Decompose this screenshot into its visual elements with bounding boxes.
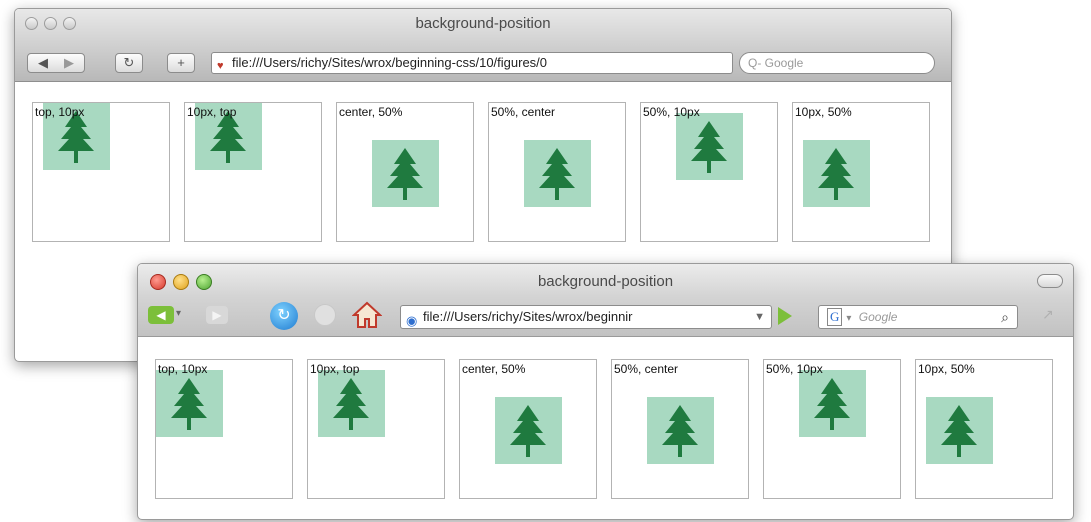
search-placeholder: Q- Google	[748, 56, 804, 70]
tree-image	[647, 397, 714, 464]
address-bar[interactable]: ♥ file:///Users/richy/Sites/wrox/beginni…	[211, 52, 733, 74]
globe-icon: ◉	[406, 313, 418, 328]
box-label: 10px, top	[187, 105, 237, 119]
back-forward-group: ◀ ▶	[27, 53, 85, 73]
box-label: 10px, 50%	[918, 362, 975, 376]
box-label: 10px, 50%	[795, 105, 852, 119]
search-engine-selector[interactable]: G	[827, 308, 843, 326]
box-label: center, 50%	[462, 362, 526, 376]
box-label: center, 50%	[339, 105, 403, 119]
back-window-title: background-position	[415, 15, 551, 32]
position-box: 10px, top	[307, 359, 445, 499]
front-browser-window: background-position ◀ ▾ ▶ ↻ ◉ file:///Us…	[137, 263, 1074, 520]
position-box: 50%, center	[611, 359, 749, 499]
tree-image	[926, 397, 993, 464]
page-favicon-icon: ♥	[217, 60, 224, 72]
minimize-button[interactable]	[44, 17, 57, 30]
toolbar-toggle-button[interactable]	[1037, 274, 1063, 288]
position-box: top, 10px	[155, 359, 293, 499]
reload-icon: ↻	[123, 55, 135, 70]
forward-arrow-icon[interactable]: ▶	[56, 54, 82, 72]
position-box: 50%, center	[488, 102, 626, 242]
resize-grip-icon: ↗	[1042, 306, 1054, 322]
reload-icon[interactable]: ↻	[270, 302, 298, 330]
stop-icon[interactable]	[314, 304, 336, 326]
position-box: center, 50%	[336, 102, 474, 242]
search-field[interactable]: G ▾ Google ⌕	[818, 305, 1018, 329]
minimize-button[interactable]	[173, 274, 189, 290]
position-box: 10px, top	[184, 102, 322, 242]
position-box: 10px, 50%	[792, 102, 930, 242]
box-label: 10px, top	[310, 362, 360, 376]
tree-image	[372, 140, 439, 207]
reload-button[interactable]: ↻	[115, 53, 143, 73]
tree-image	[803, 140, 870, 207]
position-box: top, 10px	[32, 102, 170, 242]
home-icon[interactable]	[351, 300, 383, 330]
back-toolbar: ◀ ▶ ↻ + ♥ file:///Users/richy/Sites/wrox/…	[15, 47, 951, 82]
tree-image	[318, 370, 385, 437]
box-label: 50%, 10px	[766, 362, 823, 376]
search-placeholder: Google	[858, 310, 898, 324]
forward-arrow-icon[interactable]: ▶	[206, 306, 228, 324]
go-arrow-icon[interactable]	[778, 307, 792, 325]
back-arrow-icon[interactable]: ◀	[148, 306, 174, 324]
tree-image	[156, 370, 223, 437]
tree-image	[495, 397, 562, 464]
box-label: 50%, 10px	[643, 105, 700, 119]
position-box: 50%, 10px	[640, 102, 778, 242]
tree-image	[676, 113, 743, 180]
close-button[interactable]	[25, 17, 38, 30]
address-text: file:///Users/richy/Sites/wrox/beginning…	[232, 55, 548, 70]
back-arrow-icon[interactable]: ◀	[30, 54, 56, 72]
address-text: file:///Users/richy/Sites/wrox/beginnir	[423, 309, 633, 324]
search-icon[interactable]: ⌕	[1001, 306, 1009, 328]
search-field[interactable]: Q- Google	[739, 52, 935, 74]
front-titlebar: background-position	[138, 264, 1073, 296]
box-label: 50%, center	[491, 105, 556, 119]
address-dropdown-icon[interactable]: ▼	[754, 306, 765, 328]
back-titlebar: background-position	[15, 9, 951, 47]
box-label: top, 10px	[158, 362, 208, 376]
add-bookmark-button[interactable]: +	[167, 53, 195, 73]
box-label: top, 10px	[35, 105, 85, 119]
front-window-title: background-position	[537, 273, 674, 290]
tree-image	[524, 140, 591, 207]
back-history-dropdown-icon[interactable]: ▾	[176, 308, 181, 319]
position-box: center, 50%	[459, 359, 597, 499]
tree-image	[799, 370, 866, 437]
position-box: 10px, 50%	[915, 359, 1053, 499]
front-toolbar: ◀ ▾ ▶ ↻ ◉ file:///Users/richy/Sites/wrox…	[138, 296, 1073, 337]
zoom-button[interactable]	[196, 274, 212, 290]
back-window-controls	[25, 17, 76, 30]
address-bar[interactable]: ◉ file:///Users/richy/Sites/wrox/beginni…	[400, 305, 772, 329]
box-label: 50%, center	[614, 362, 679, 376]
position-box: 50%, 10px	[763, 359, 901, 499]
close-button[interactable]	[150, 274, 166, 290]
search-engine-dropdown-icon[interactable]: ▾	[846, 313, 851, 324]
front-window-controls	[150, 274, 212, 290]
zoom-button[interactable]	[63, 17, 76, 30]
